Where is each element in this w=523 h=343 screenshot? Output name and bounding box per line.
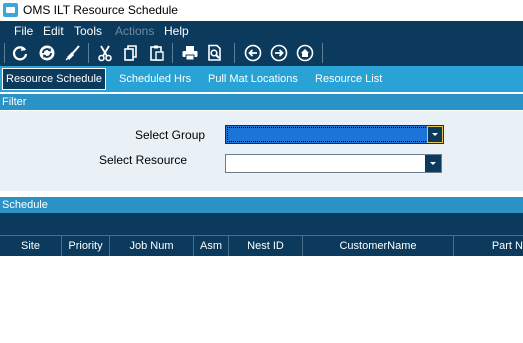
col-site[interactable]: Site [0, 236, 62, 256]
print-preview-icon [208, 44, 221, 61]
select-resource-combo[interactable] [225, 154, 442, 173]
arrow-right-icon [270, 44, 288, 62]
arrow-left-icon [244, 44, 262, 62]
broom-icon [65, 45, 80, 61]
clear-button[interactable] [63, 43, 83, 63]
toolbar-separator [88, 43, 89, 63]
forward-button[interactable] [269, 43, 289, 63]
menu-edit[interactable]: Edit [43, 24, 64, 38]
title-bar: OMS ILT Resource Schedule [0, 0, 523, 21]
print-button[interactable] [180, 43, 200, 63]
refresh-icon [12, 46, 28, 61]
col-part-num[interactable]: Part N [454, 236, 523, 256]
schedule-group-bar [0, 213, 523, 235]
tab-pull-mat-locations[interactable]: Pull Mat Locations [208, 73, 298, 85]
menu-tools[interactable]: Tools [74, 24, 102, 38]
col-nest-id[interactable]: Nest ID [229, 236, 303, 256]
toolbar-separator [234, 43, 235, 63]
select-resource-dropdown-button[interactable] [425, 155, 441, 172]
col-customer-name[interactable]: CustomerName [303, 236, 454, 256]
menu-help[interactable]: Help [164, 24, 189, 38]
toolbar [0, 40, 523, 66]
app-icon [3, 3, 18, 17]
schedule-grid-header: Site Priority Job Num Asm Nest ID Custom… [0, 235, 523, 256]
scissors-icon [98, 45, 112, 62]
toolbar-grip [4, 43, 5, 63]
chevron-down-icon [432, 133, 438, 136]
home-icon [296, 44, 314, 62]
refresh-button[interactable] [10, 43, 30, 63]
copy-button[interactable] [121, 43, 141, 63]
back-button[interactable] [243, 43, 263, 63]
home-button[interactable] [295, 43, 315, 63]
col-job-num[interactable]: Job Num [110, 236, 194, 256]
filter-panel: Select Group Select Resource [0, 111, 523, 191]
tab-strip: Resource Schedule Scheduled Hrs Pull Mat… [0, 66, 523, 92]
select-group-combo[interactable] [225, 125, 444, 144]
col-asm[interactable]: Asm [194, 236, 229, 256]
paste-icon [150, 45, 164, 61]
tab-scheduled-hrs[interactable]: Scheduled Hrs [119, 73, 191, 85]
chevron-down-icon [430, 162, 436, 165]
cut-button[interactable] [95, 43, 115, 63]
toolbar-separator [172, 43, 173, 63]
sync-button[interactable] [37, 43, 57, 63]
select-group-dropdown-button[interactable] [427, 126, 443, 143]
printer-icon [182, 46, 198, 61]
sync-icon [39, 45, 55, 61]
print-preview-button[interactable] [205, 43, 225, 63]
menu-file[interactable]: File [14, 24, 33, 38]
col-priority[interactable]: Priority [62, 236, 110, 256]
tab-resource-schedule[interactable]: Resource Schedule [2, 68, 107, 90]
schedule-header: Schedule [0, 197, 523, 213]
filter-header: Filter [0, 94, 523, 110]
toolbar-separator [322, 43, 323, 63]
copy-icon [124, 45, 137, 61]
menu-actions: Actions [115, 24, 155, 38]
paste-button[interactable] [147, 43, 167, 63]
tab-resource-list[interactable]: Resource List [315, 73, 382, 85]
select-group-label: Select Group [135, 128, 206, 142]
window-title: OMS ILT Resource Schedule [23, 3, 178, 17]
schedule-grid-body [0, 256, 523, 343]
select-resource-label: Select Resource [99, 153, 188, 167]
menu-bar: File Edit Tools Actions Help [0, 21, 523, 40]
